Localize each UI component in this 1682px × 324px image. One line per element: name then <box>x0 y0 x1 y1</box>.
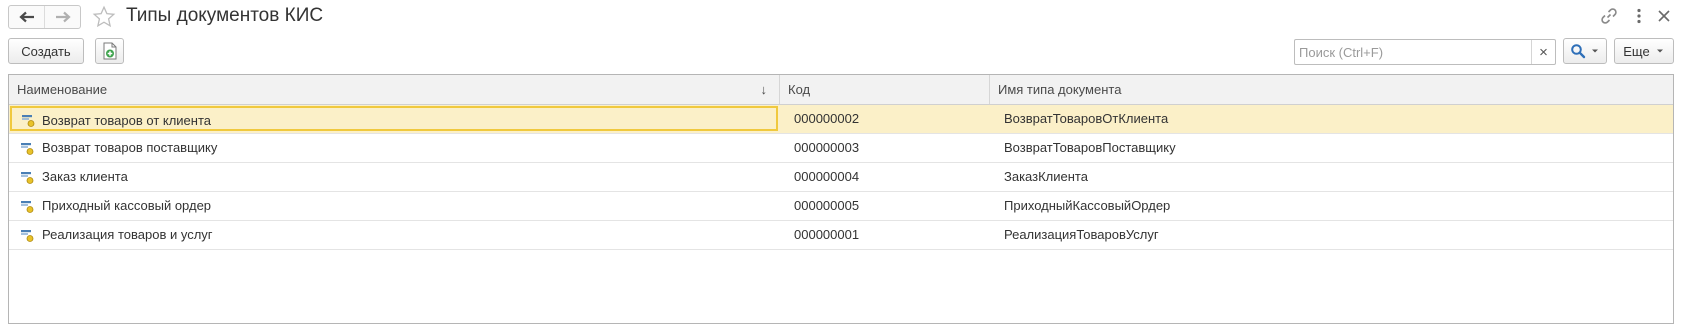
cell-code[interactable]: 000000003 <box>779 134 989 162</box>
document-types-table: Наименование ↓ Код Имя типа документа Во… <box>8 74 1674 324</box>
arrow-left-icon <box>18 11 34 23</box>
cell-name[interactable]: Приходный кассовый ордер <box>9 192 779 220</box>
cell-type-name[interactable]: РеализацияТоваровУслуг <box>989 221 1673 249</box>
navigation-buttons <box>8 5 81 29</box>
cell-name[interactable]: Реализация товаров и услуг <box>9 221 779 249</box>
table-row[interactable]: Реализация товаров и услуг 000000001 Реа… <box>9 221 1673 250</box>
kebab-menu-icon[interactable] <box>1629 6 1649 26</box>
cell-type-name[interactable]: ЗаказКлиента <box>989 163 1673 191</box>
cell-type-name[interactable]: ВозвратТоваровПоставщику <box>989 134 1673 162</box>
new-document-button[interactable] <box>95 38 124 64</box>
catalog-item-icon <box>21 201 34 213</box>
cell-type-name[interactable]: ПриходныйКассовыйОрдер <box>989 192 1673 220</box>
catalog-item-icon <box>22 115 35 127</box>
close-icon[interactable] <box>1654 6 1674 26</box>
cell-name[interactable]: Возврат товаров от клиента <box>10 106 778 131</box>
table-row[interactable]: Возврат товаров от клиента 000000002 Воз… <box>9 105 1673 134</box>
catalog-item-icon <box>21 230 34 242</box>
cell-code[interactable]: 000000005 <box>779 192 989 220</box>
row-name-text: Заказ клиента <box>42 169 128 184</box>
column-header-code[interactable]: Код <box>779 75 989 104</box>
column-header-type-name[interactable]: Имя типа документа <box>989 75 1673 104</box>
chevron-down-icon <box>1656 49 1663 53</box>
title-bar: Типы документов КИС <box>0 0 1682 34</box>
cell-name[interactable]: Возврат товаров поставщику <box>9 134 779 162</box>
table-row[interactable]: Заказ клиента 000000004 ЗаказКлиента <box>9 163 1673 192</box>
catalog-item-icon <box>21 172 34 184</box>
arrow-right-icon <box>55 11 71 23</box>
clear-icon: × <box>1539 43 1548 61</box>
column-header-label: Наименование <box>17 82 108 97</box>
more-label: Еще <box>1623 43 1650 59</box>
magnifier-icon <box>1571 44 1586 59</box>
cell-code[interactable]: 000000004 <box>779 163 989 191</box>
star-icon[interactable] <box>92 5 116 29</box>
cell-code[interactable]: 000000002 <box>779 105 989 133</box>
row-name-text: Возврат товаров от клиента <box>42 113 212 128</box>
cell-name[interactable]: Заказ клиента <box>9 163 779 191</box>
column-header-name[interactable]: Наименование ↓ <box>9 75 779 104</box>
cell-type-name[interactable]: ВозвратТоваровОтКлиента <box>989 105 1673 133</box>
cell-code[interactable]: 000000001 <box>779 221 989 249</box>
search-input[interactable] <box>1295 40 1531 64</box>
search-clear-button[interactable]: × <box>1531 40 1555 64</box>
sort-down-arrow-icon: ↓ <box>760 82 768 97</box>
table-row[interactable]: Возврат товаров поставщику 000000003 Воз… <box>9 134 1673 163</box>
table-header: Наименование ↓ Код Имя типа документа <box>9 75 1673 105</box>
chevron-down-icon <box>1592 49 1598 53</box>
row-name-text: Возврат товаров поставщику <box>42 140 218 155</box>
row-name-text: Реализация товаров и услуг <box>42 227 213 242</box>
column-header-label: Код <box>788 82 811 97</box>
catalog-item-icon <box>21 143 34 155</box>
back-button[interactable] <box>9 6 44 28</box>
more-button[interactable]: Еще <box>1614 38 1674 64</box>
new-document-icon <box>103 42 116 60</box>
search-options-button[interactable] <box>1563 38 1607 64</box>
link-icon[interactable] <box>1599 6 1619 26</box>
forward-button[interactable] <box>44 6 80 28</box>
create-button[interactable]: Создать <box>8 38 84 64</box>
table-row[interactable]: Приходный кассовый ордер 000000005 Прихо… <box>9 192 1673 221</box>
column-header-label: Имя типа документа <box>998 82 1122 97</box>
row-name-text: Приходный кассовый ордер <box>42 198 212 213</box>
page-title: Типы документов КИС <box>126 5 324 26</box>
search-field: × <box>1294 39 1556 65</box>
